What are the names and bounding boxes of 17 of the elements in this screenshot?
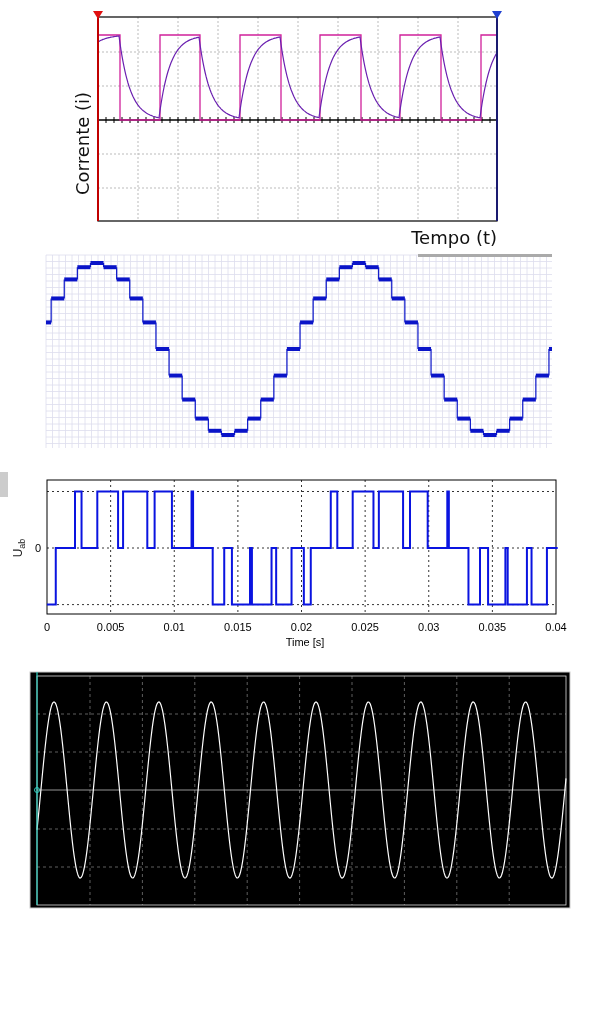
tick-label: 0.03 — [418, 621, 440, 633]
tick-label: 0.02 — [290, 621, 313, 633]
cursor-marker-icon[interactable] — [492, 11, 502, 19]
cursor-marker-icon[interactable] — [93, 11, 103, 19]
tick-label: 0.01 — [163, 621, 185, 633]
tick-label: 0.005 — [96, 621, 125, 633]
tick-label: 0.015 — [224, 621, 252, 633]
tick-label: 0 — [43, 621, 51, 633]
y-axis-label: Corrente (i) — [72, 91, 93, 195]
panel-edge — [0, 472, 8, 497]
x-axis-label: Time [s] — [285, 636, 325, 648]
x-axis-label: Tempo (t) — [411, 227, 497, 248]
tick-label: 0.025 — [351, 621, 379, 633]
tick-label: 0 — [34, 542, 41, 554]
tick-label: 0.035 — [478, 621, 507, 633]
level-marker-icon[interactable] — [34, 787, 40, 793]
tick-label: 0.04 — [545, 621, 567, 633]
